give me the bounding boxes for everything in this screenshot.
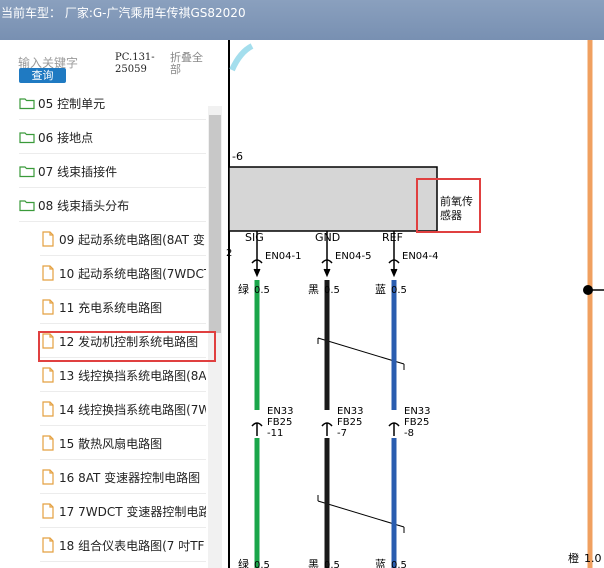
inline-pin-a: FB25 — [337, 417, 362, 428]
folder-icon — [19, 95, 35, 111]
folder-icon — [19, 197, 35, 213]
wire-gauge-bottom: 0.5 — [324, 560, 340, 568]
tree-item-divider — [40, 561, 206, 562]
file-icon — [40, 537, 56, 553]
twist-line-b — [317, 500, 405, 528]
folder-icon — [19, 163, 35, 179]
left-pin-marker: 2 — [226, 248, 232, 259]
tree-item[interactable]: 10 起动系统电路图(7WDCT — [40, 256, 206, 290]
tree-item-label: 13 线控换挡系统电路图(8A — [59, 368, 206, 383]
wire-gauge: 0.5 — [324, 285, 340, 296]
pin-connector-id: EN04-5 — [335, 251, 372, 262]
inline-connector-id: EN33 — [404, 406, 431, 417]
tree-item-label: 16 8AT 变速器控制电路图 — [59, 470, 201, 485]
pin-connector-id: EN04-1 — [265, 251, 302, 262]
left-ref-label: -6 — [232, 150, 243, 163]
wire-color-label-bottom: 黑 — [308, 558, 319, 568]
pin-name: GND — [315, 231, 340, 244]
folder-icon — [19, 129, 35, 145]
pin-terminal-arrow — [323, 268, 331, 278]
component-highlight — [416, 178, 481, 233]
pin-terminal-arrow — [390, 268, 398, 278]
wire-color-label: 蓝 — [375, 283, 386, 296]
tree-item-label: 17 7WDCT 变速器控制电路 — [59, 504, 206, 519]
inline-pin-b: -7 — [337, 428, 347, 439]
tree-item-label: 05 控制单元 — [38, 96, 106, 111]
diagram-canvas: SIGEN04-1绿 0.5EN33FB25-11绿 0.5GNDEN04-5黑 0.… — [226, 40, 604, 568]
tree-item-label: 14 线控换挡系统电路图(7W — [59, 402, 206, 417]
file-icon — [40, 367, 56, 383]
inline-pin-b: -8 — [404, 428, 414, 439]
collapse-all-button[interactable]: 折叠全部 — [170, 52, 208, 76]
component-box — [228, 166, 438, 232]
file-icon — [40, 231, 56, 247]
tree-item[interactable]: 13 线控换挡系统电路图(8A — [40, 358, 206, 392]
tree-item[interactable]: 15 散热风扇电路图 — [40, 426, 206, 460]
inline-pin-a: FB25 — [404, 417, 429, 428]
tree-item[interactable]: 11 充电系统电路图 — [40, 290, 206, 324]
right-wire-color: 橙 — [568, 551, 579, 565]
selected-item-highlight — [38, 331, 216, 362]
file-icon — [40, 401, 56, 417]
tree-item[interactable]: 09 起动系统电路图(8AT 变 — [40, 222, 206, 256]
inline-pin-b: -11 — [267, 428, 283, 439]
twist-line-a — [317, 337, 405, 365]
tree-item[interactable]: 17 7WDCT 变速器控制电路 — [40, 494, 206, 528]
tree-item-label: 10 起动系统电路图(7WDCT — [59, 266, 206, 281]
pin-name: SIG — [245, 231, 264, 244]
pin-connector-id: EN04-4 — [402, 251, 439, 262]
inline-connector-id: EN33 — [337, 406, 364, 417]
tree-item[interactable]: 08 线束插头分布 — [19, 188, 206, 222]
file-icon — [40, 503, 56, 519]
search-row: 查询 PC.131-25059 折叠全部 — [0, 40, 226, 86]
tree-item[interactable]: 18 组合仪表电路图(7 吋TF — [40, 528, 206, 562]
tree-item[interactable]: 07 线束插接件 — [19, 154, 206, 188]
tree-item[interactable]: 16 8AT 变速器控制电路图 — [40, 460, 206, 494]
inline-connector-id: EN33 — [267, 406, 294, 417]
wire-gauge: 0.5 — [254, 285, 270, 296]
file-icon — [40, 299, 56, 315]
wiring-diagram[interactable]: SIG EN04-1 绿 0.5 EN33 FB25 -11 绿 0.5 GND EN04-5 黑 0.… — [226, 40, 604, 568]
tree-item[interactable]: 05 控制单元 — [19, 86, 206, 120]
tree-item-label: 18 组合仪表电路图(7 吋TF — [59, 538, 205, 553]
wire-gauge-bottom: 0.5 — [254, 560, 270, 568]
inline-pin-a: FB25 — [267, 417, 292, 428]
pin-terminal-arrow — [253, 268, 261, 278]
wire-color-label: 黑 — [308, 283, 319, 296]
tree-item[interactable]: 06 接地点 — [19, 120, 206, 154]
scrollbar-thumb[interactable] — [209, 115, 221, 333]
tree-item-label: 09 起动系统电路图(8AT 变 — [59, 232, 205, 247]
wire-color-label-bottom: 蓝 — [375, 558, 386, 568]
file-icon — [40, 469, 56, 485]
tree-item-label: 07 线束插接件 — [38, 164, 118, 179]
tree-item-label: 11 充电系统电路图 — [59, 300, 163, 315]
window-title: 当前车型： 厂家:G-广汽乘用车传祺GS82020 — [1, 6, 246, 20]
wire-color-label: 绿 — [238, 282, 249, 296]
title-bar: 当前车型： 厂家:G-广汽乘用车传祺GS82020 — [0, 0, 604, 40]
document-code: PC.131-25059 — [115, 52, 155, 75]
query-button[interactable]: 查询 — [19, 68, 66, 83]
wire-gauge-bottom: 0.5 — [391, 560, 407, 568]
tree-item-label: 15 散热风扇电路图 — [59, 436, 163, 451]
tree-item-label: 08 线束插头分布 — [38, 198, 130, 213]
tree-item[interactable]: 14 线控换挡系统电路图(7W — [40, 392, 206, 426]
file-icon — [40, 265, 56, 281]
right-wire-gauge: 1.0 — [584, 552, 602, 565]
wire-color-label-bottom: 绿 — [238, 557, 249, 568]
tree-item-label: 06 接地点 — [38, 130, 94, 145]
wire-gauge: 0.5 — [391, 285, 407, 296]
sidebar: 查询 PC.131-25059 折叠全部 05 控制单元 06 接地点 07 线束插… — [0, 40, 226, 568]
pin-name: REF — [382, 231, 403, 244]
file-icon — [40, 435, 56, 451]
watermark-fragment — [229, 43, 254, 72]
